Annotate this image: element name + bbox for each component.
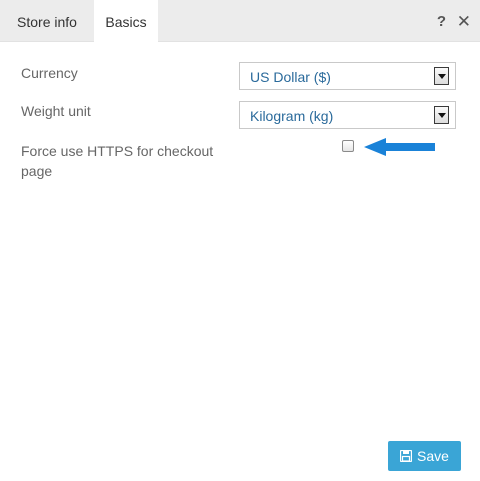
save-button[interactable]: Save	[388, 441, 461, 471]
tab-basics[interactable]: Basics	[94, 0, 158, 42]
currency-label: Currency	[21, 65, 78, 81]
weight-unit-label: Weight unit	[21, 103, 91, 119]
currency-select[interactable]: US Dollar ($)	[239, 62, 456, 90]
close-icon[interactable]: ✕	[457, 12, 471, 32]
settings-dialog: Store info Basics ? ✕ Currency US Dollar…	[0, 0, 480, 481]
help-icon[interactable]: ?	[437, 12, 446, 32]
force-https-checkbox[interactable]	[342, 140, 354, 152]
weight-unit-select-value: Kilogram (kg)	[250, 108, 334, 124]
weight-unit-select[interactable]: Kilogram (kg)	[239, 101, 456, 129]
save-button-label: Save	[417, 448, 449, 464]
arrow-left-icon	[364, 138, 435, 156]
floppy-disk-icon	[400, 450, 412, 462]
tab-store-info[interactable]: Store info	[0, 0, 94, 41]
force-https-label: Force use HTTPS for checkout page	[21, 143, 214, 179]
chevron-down-icon[interactable]	[434, 67, 449, 85]
tab-bar: Store info Basics ? ✕	[0, 0, 480, 42]
currency-select-value: US Dollar ($)	[250, 69, 331, 85]
chevron-down-icon[interactable]	[434, 106, 449, 124]
